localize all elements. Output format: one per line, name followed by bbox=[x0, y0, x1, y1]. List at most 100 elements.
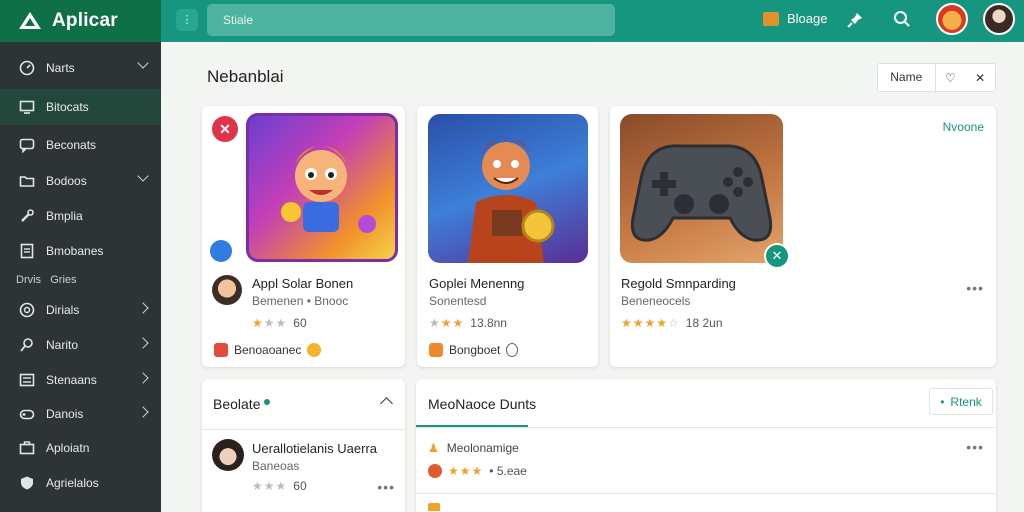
sidebar-item-label: Beconats bbox=[46, 138, 97, 152]
next-item-icon bbox=[428, 503, 440, 511]
more-options-icon[interactable]: ••• bbox=[966, 439, 984, 455]
sidebar-item-narito[interactable]: Narito bbox=[0, 327, 161, 363]
rating-value: 60 bbox=[293, 316, 307, 330]
panel-item-title[interactable]: Uerallotielanis Uaerra bbox=[252, 441, 377, 456]
panel-title: MeoNaoce Dunts bbox=[428, 396, 537, 412]
card-tag[interactable]: Bongboet bbox=[429, 343, 519, 357]
app-thumbnail[interactable] bbox=[428, 114, 588, 263]
sidebar-item-bmobanes[interactable]: Bmobanes bbox=[0, 233, 161, 269]
share-icon[interactable]: ✕ bbox=[764, 243, 790, 269]
divider bbox=[202, 429, 405, 430]
avatar-user[interactable] bbox=[983, 3, 1015, 35]
sidebar-item-danois[interactable]: Danois bbox=[0, 396, 161, 432]
mail-icon bbox=[763, 11, 779, 26]
sidebar-item-agrielalos[interactable]: Agrielalos bbox=[0, 465, 161, 501]
top-bar: Aplicar ⋮ Bloage bbox=[0, 0, 1024, 42]
sidebar-section-header: Drvis Gries bbox=[16, 274, 77, 286]
avatar-mascot[interactable] bbox=[936, 3, 968, 35]
sidebar-item-bodoos[interactable]: Bodoos bbox=[0, 163, 161, 199]
rating-stars: ★★★ 13.8nn bbox=[429, 316, 507, 330]
briefcase-icon bbox=[18, 439, 36, 457]
brand[interactable]: Aplicar bbox=[0, 0, 161, 42]
rating-stars: ★★★ 60 bbox=[252, 479, 307, 493]
more-options-icon[interactable]: ••• bbox=[966, 280, 984, 296]
rating-value: 18 2un bbox=[685, 316, 723, 330]
sidebar: Narts Bitocats Beconats Bodoos Bmplia Bm… bbox=[0, 42, 161, 512]
sidebar-item-label: Bmplia bbox=[46, 209, 83, 223]
divider bbox=[416, 427, 996, 428]
related-panel: Beolate Uerallotielanis Uaerra Baneoas ★… bbox=[202, 379, 405, 512]
card-subtitle: Bemenen • Bnooc bbox=[252, 294, 349, 308]
chevron-down-icon bbox=[137, 170, 149, 182]
gauge-icon bbox=[18, 59, 36, 77]
sidebar-item-bmplia[interactable]: Bmplia bbox=[0, 198, 161, 234]
chevron-up-icon[interactable] bbox=[380, 397, 393, 410]
rating-value: • 5.eae bbox=[489, 464, 527, 478]
tag-icon bbox=[214, 343, 228, 357]
sidebar-item-label: Bodoos bbox=[46, 174, 87, 188]
chevron-right-icon bbox=[137, 372, 149, 384]
name-sort-control: Name ♡ ✕ bbox=[877, 63, 996, 92]
name-sort-button[interactable]: Name bbox=[878, 64, 936, 91]
sidebar-item-label: Narito bbox=[46, 338, 79, 352]
sidebar-item-narts[interactable]: Narts bbox=[0, 50, 161, 86]
badge-icon bbox=[428, 464, 442, 478]
pin-icon bbox=[18, 336, 36, 354]
folder-icon bbox=[18, 172, 36, 190]
news-panel: MeoNaoce Dunts • Rtenk ♟ Meolonamige ••• … bbox=[416, 379, 996, 512]
card-title: Appl Solar Bonen bbox=[252, 276, 354, 291]
sidebar-item-beconats[interactable]: Beconats bbox=[0, 127, 161, 163]
sidebar-item-bitocats[interactable]: Bitocats bbox=[0, 89, 161, 125]
rank-button[interactable]: • Rtenk bbox=[929, 388, 993, 415]
search-input[interactable] bbox=[207, 4, 615, 36]
trophy-icon: ♟ bbox=[428, 441, 439, 455]
rating-value: 60 bbox=[293, 479, 307, 493]
gamepad-icon bbox=[18, 405, 36, 423]
tag-icon bbox=[429, 343, 443, 357]
phone-icon bbox=[210, 240, 232, 262]
app-card[interactable]: Goplei Menenng Sonentesd ★★★ 13.8nn Bongb… bbox=[417, 106, 598, 367]
card-tag[interactable]: Benoaoanec bbox=[214, 343, 322, 357]
close-icon[interactable]: ✕ bbox=[965, 71, 995, 85]
coin-icon bbox=[307, 343, 322, 357]
chevron-down-icon bbox=[137, 57, 149, 69]
sidebar-item-label: Dirials bbox=[46, 303, 80, 317]
rating-stars: ★★★★☆ 18 2un bbox=[621, 316, 723, 330]
tag-label: Benoaoanec bbox=[234, 343, 302, 357]
user-avatar bbox=[212, 439, 244, 471]
app-thumbnail[interactable] bbox=[246, 113, 398, 262]
featured-label[interactable]: Nvoone bbox=[943, 120, 984, 134]
list-icon bbox=[18, 371, 36, 389]
sidebar-item-label: Bitocats bbox=[46, 100, 89, 114]
document-icon bbox=[18, 242, 36, 260]
app-thumbnail[interactable] bbox=[620, 114, 783, 263]
sidebar-item-dirials[interactable]: Dirials bbox=[0, 292, 161, 328]
monitor-icon bbox=[18, 98, 36, 116]
sidebar-item-label: Agrielalos bbox=[46, 476, 99, 490]
remove-icon[interactable]: ✕ bbox=[212, 116, 238, 142]
more-options-icon[interactable]: ••• bbox=[377, 479, 395, 495]
sidebar-item-aploiatn[interactable]: Aploiatn bbox=[0, 430, 161, 466]
app-card[interactable]: ✕ Appl Solar Bonen Bemenen • Bnooc ★★★ 60… bbox=[202, 106, 405, 367]
sidebar-item-label: Narts bbox=[46, 61, 75, 75]
sidebar-item-stenaans[interactable]: Stenaans bbox=[0, 362, 161, 398]
sidebar-item-label: Stenaans bbox=[46, 373, 97, 387]
gamepad-icon bbox=[630, 144, 773, 242]
news-item-title: Meolonamige bbox=[446, 441, 519, 455]
news-item[interactable]: ♟ Meolonamige bbox=[428, 441, 519, 455]
messages-button[interactable]: Bloage bbox=[763, 11, 827, 26]
pin-icon[interactable] bbox=[846, 11, 864, 29]
barbarian-character-icon bbox=[468, 138, 555, 263]
page-title: Nebanblai bbox=[207, 67, 284, 86]
cartoon-hero-icon bbox=[281, 146, 376, 233]
heart-icon[interactable]: ♡ bbox=[936, 71, 966, 85]
globe-icon bbox=[18, 301, 36, 319]
sidebar-item-label: Danois bbox=[46, 407, 84, 421]
grid-icon[interactable]: ⋮ bbox=[176, 9, 198, 31]
messages-label: Bloage bbox=[787, 11, 828, 26]
wrench-icon bbox=[18, 207, 36, 225]
app-card[interactable]: ✕ Nvoone Regold Smnparding Beneneocels ★… bbox=[610, 106, 996, 367]
search-icon[interactable] bbox=[893, 10, 911, 28]
chevron-right-icon bbox=[137, 337, 149, 349]
chevron-right-icon bbox=[137, 406, 149, 418]
